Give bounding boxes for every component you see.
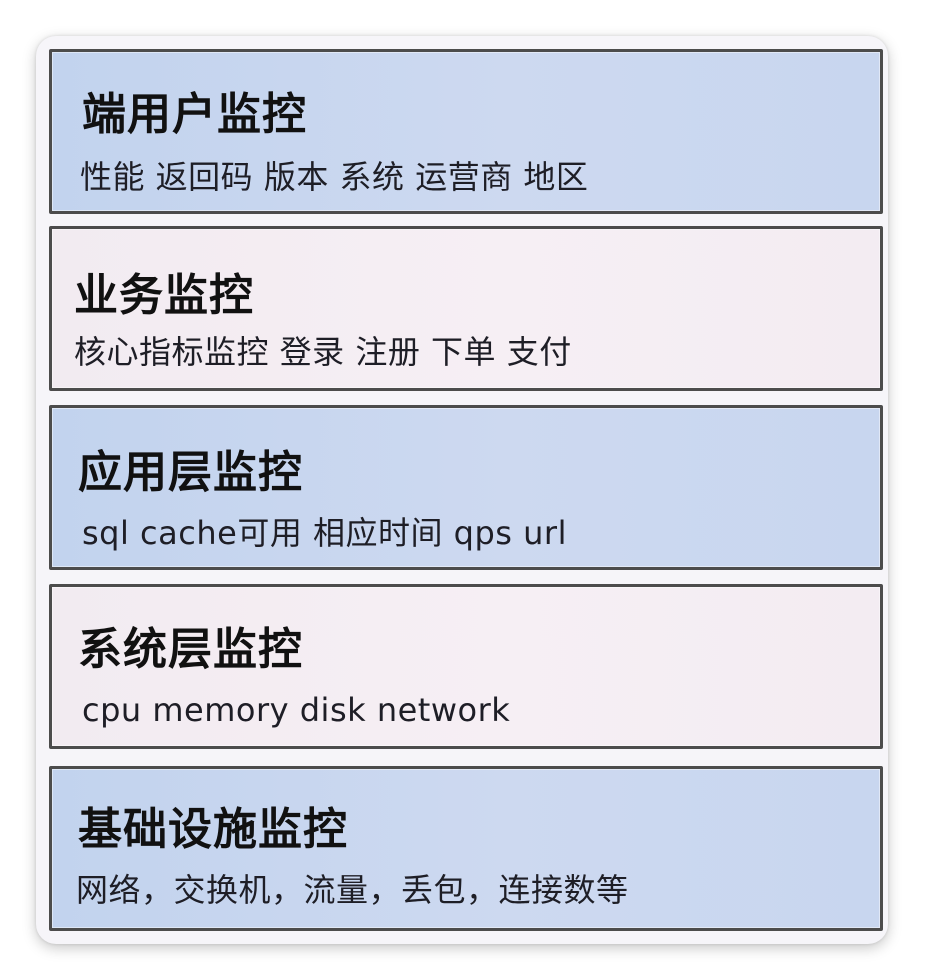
layer-description: cpu memory disk network — [82, 691, 511, 729]
layer-end-user-monitoring: 端用户监控 性能 返回码 版本 系统 运营商 地区 — [49, 49, 883, 214]
layer-title: 业务监控 — [74, 270, 254, 321]
layer-system-monitoring: 系统层监控 cpu memory disk network — [49, 584, 883, 749]
layer-title: 端用户监控 — [82, 89, 307, 140]
layer-description: 性能 返回码 版本 系统 运营商 地区 — [80, 158, 589, 196]
layer-title: 应用层监控 — [78, 447, 303, 498]
layer-description: sql cache可用 相应时间 qps url — [82, 514, 567, 552]
layer-business-monitoring: 业务监控 核心指标监控 登录 注册 下单 支付 — [49, 226, 883, 391]
layer-title: 基础设施监控 — [78, 804, 348, 855]
layer-application-monitoring: 应用层监控 sql cache可用 相应时间 qps url — [49, 405, 883, 570]
layer-description: 核心指标监控 登录 注册 下单 支付 — [74, 333, 572, 371]
layer-infrastructure-monitoring: 基础设施监控 网络，交换机，流量，丢包，连接数等 — [49, 766, 883, 931]
layer-title: 系统层监控 — [78, 624, 303, 675]
layer-description: 网络，交换机，流量，丢包，连接数等 — [76, 871, 629, 909]
